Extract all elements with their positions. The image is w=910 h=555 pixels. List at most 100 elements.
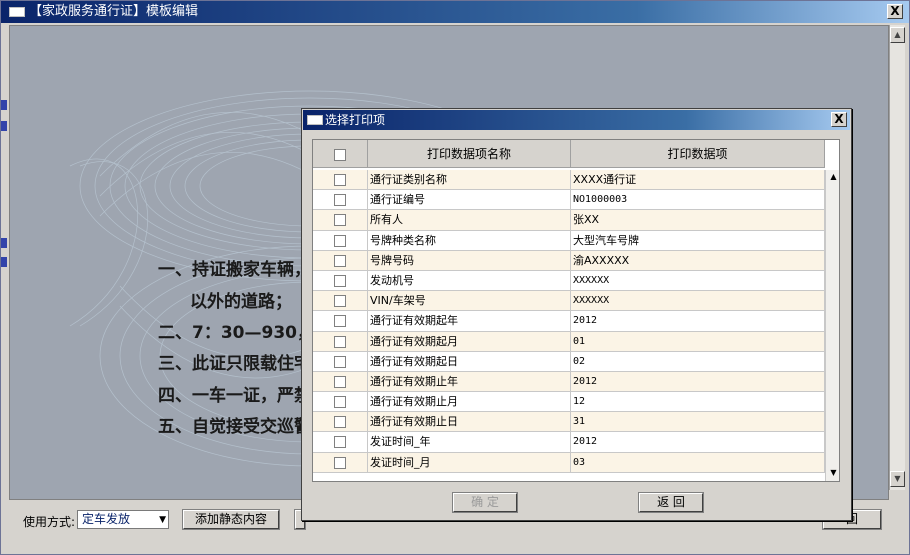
triangle-up-icon[interactable]: ▲ <box>826 170 839 184</box>
row-select-cell <box>313 351 368 372</box>
print-item-name: 通行证有效期止年 <box>368 371 571 392</box>
table-row[interactable]: 通行证有效期止年 2012 <box>313 371 825 393</box>
usage-mode-label: 使用方式: <box>23 515 76 529</box>
print-item-name: 通行证有效期止日 <box>368 412 571 433</box>
strip-marker <box>1 121 7 131</box>
row-checkbox[interactable] <box>334 315 346 328</box>
print-item-name: 通行证有效期起日 <box>368 351 571 372</box>
strip-marker <box>1 100 7 110</box>
column-header-name: 打印数据项名称 <box>368 140 571 168</box>
print-item-value: NO1000003 <box>571 190 825 211</box>
select-all-cell <box>313 140 368 168</box>
strip-marker <box>1 257 7 267</box>
select-all-checkbox[interactable] <box>334 148 346 161</box>
table-row[interactable]: 通行证有效期止日 31 <box>313 412 825 433</box>
add-static-content-button[interactable]: 添加静态内容 <box>182 509 280 530</box>
row-checkbox[interactable] <box>334 214 346 227</box>
template-line[interactable]: 三、此证只限载住宅 <box>158 349 311 374</box>
print-item-name: 号牌种类名称 <box>368 230 571 251</box>
row-checkbox[interactable] <box>334 416 346 429</box>
triangle-up-icon[interactable]: ▲ <box>890 27 905 43</box>
row-checkbox[interactable] <box>334 456 346 469</box>
window-icon <box>9 7 25 17</box>
template-line[interactable]: 一、持证搬家车辆， <box>158 255 311 280</box>
print-item-value: XXXXXX <box>571 291 825 312</box>
row-checkbox[interactable] <box>334 436 346 449</box>
print-item-value: 2012 <box>571 311 825 332</box>
print-item-name: VIN/车架号 <box>368 291 571 312</box>
main-vertical-scrollbar[interactable]: ▲ ▼ <box>889 25 905 490</box>
window-icon <box>307 115 323 125</box>
template-line[interactable]: 以外的道路； <box>190 287 292 312</box>
row-select-cell <box>313 291 368 312</box>
chevron-down-icon: ▼ <box>159 515 166 525</box>
print-item-name: 发动机号 <box>368 270 571 291</box>
grid-vertical-scrollbar[interactable]: ▲ ▼ <box>825 170 839 481</box>
print-item-name: 通行证编号 <box>368 190 571 211</box>
row-select-cell <box>313 170 368 190</box>
table-row[interactable]: 通行证有效期起月 01 <box>313 331 825 352</box>
table-row[interactable]: 通行证类别名称 XXXX通行证 <box>313 170 825 191</box>
row-select-cell <box>313 331 368 352</box>
row-select-cell <box>313 371 368 392</box>
print-items-grid: 打印数据项名称 打印数据项 通行证类别名称 XXXX通行证 通行证编号 NO10000… <box>312 139 840 482</box>
row-select-cell <box>313 432 368 453</box>
table-row[interactable]: 发动机号 XXXXXX <box>313 270 825 292</box>
row-checkbox[interactable] <box>334 234 346 247</box>
print-item-value: 02 <box>571 351 825 372</box>
table-row[interactable]: 发证时间_月 03 <box>313 452 825 473</box>
print-item-value: XXXXXX <box>571 270 825 291</box>
confirm-button[interactable]: 确 定 <box>452 492 518 513</box>
return-button[interactable]: 返 回 <box>638 492 704 513</box>
table-row[interactable]: 号牌号码 渝AXXXXX <box>313 250 825 271</box>
row-select-cell <box>313 270 368 291</box>
triangle-down-icon[interactable]: ▼ <box>890 471 905 487</box>
row-checkbox[interactable] <box>334 274 346 287</box>
print-item-value: 渝AXXXXX <box>571 250 825 271</box>
row-checkbox[interactable] <box>334 396 346 409</box>
print-item-name: 号牌号码 <box>368 250 571 271</box>
template-line[interactable]: 四、一车一证，严禁 <box>158 381 311 406</box>
dialog-titlebar: 选择打印项 X <box>303 110 850 130</box>
template-line[interactable]: 五、自觉接受交巡警 <box>158 412 311 437</box>
print-item-value: 12 <box>571 392 825 413</box>
left-toolbar-strip <box>1 25 9 500</box>
table-row[interactable]: 通行证有效期起年 2012 <box>313 311 825 332</box>
print-item-value: 2012 <box>571 371 825 392</box>
usage-mode-value: 定车发放 <box>82 512 131 526</box>
grid-header: 打印数据项名称 打印数据项 <box>313 140 825 168</box>
usage-mode-select[interactable]: 定车发放 ▼ <box>77 510 169 529</box>
row-select-cell <box>313 250 368 271</box>
row-checkbox[interactable] <box>334 375 346 388</box>
print-item-value: 大型汽车号牌 <box>571 230 825 251</box>
print-item-name: 所有人 <box>368 210 571 231</box>
row-checkbox[interactable] <box>334 335 346 348</box>
triangle-down-icon[interactable]: ▼ <box>826 466 839 480</box>
table-row[interactable]: 号牌种类名称 大型汽车号牌 <box>313 230 825 251</box>
row-checkbox[interactable] <box>334 254 346 267</box>
table-row[interactable]: 通行证有效期止月 12 <box>313 392 825 413</box>
table-row[interactable]: VIN/车架号 XXXXXX <box>313 291 825 312</box>
table-row[interactable]: 通行证编号 NO1000003 <box>313 190 825 211</box>
row-checkbox[interactable] <box>334 295 346 308</box>
print-item-value: 张XX <box>571 210 825 231</box>
close-icon[interactable]: X <box>887 4 903 19</box>
strip-marker <box>1 238 7 248</box>
main-window-title: 【家政服务通行证】模板编辑 <box>29 4 199 19</box>
dialog-title: 选择打印项 <box>325 113 386 127</box>
print-item-name: 通行证有效期止月 <box>368 392 571 413</box>
print-item-name: 通行证有效期起月 <box>368 331 571 352</box>
row-checkbox[interactable] <box>334 174 346 186</box>
print-item-value: 01 <box>571 331 825 352</box>
row-select-cell <box>313 210 368 231</box>
row-checkbox[interactable] <box>334 355 346 368</box>
close-icon[interactable]: X <box>831 112 847 127</box>
select-print-items-dialog: 选择打印项 X 打印数据项名称 打印数据项 通行证类别名称 XXXX通行证 通行证编… <box>301 108 852 521</box>
table-row[interactable]: 所有人 张XX <box>313 210 825 231</box>
column-header-value: 打印数据项 <box>571 140 825 168</box>
row-checkbox[interactable] <box>334 194 346 207</box>
main-titlebar: 【家政服务通行证】模板编辑 X <box>1 1 909 23</box>
table-row[interactable]: 发证时间_年 2012 <box>313 432 825 453</box>
table-row[interactable]: 通行证有效期起日 02 <box>313 351 825 372</box>
row-select-cell <box>313 311 368 332</box>
